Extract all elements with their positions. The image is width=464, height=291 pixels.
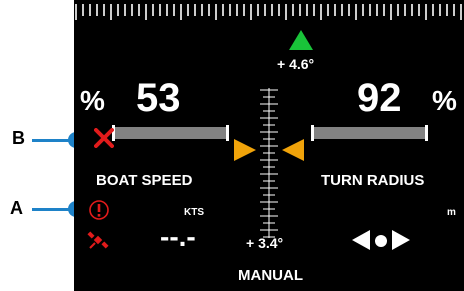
dot-icon (375, 235, 387, 247)
speed-value: --.- (160, 221, 196, 252)
heading-offset: + 4.6° (277, 56, 315, 72)
x-mark-icon (94, 128, 114, 148)
speed-unit: KTS (184, 207, 204, 218)
callout-b-line (32, 139, 72, 142)
rudder-left-indicator-icon (234, 139, 256, 161)
turn-radius-unit: m (447, 207, 456, 218)
callout-a-line (32, 208, 72, 211)
rudder-offset-bottom: + 3.4° (246, 235, 284, 251)
right-arrow-icon[interactable] (392, 230, 410, 250)
mode-label: MANUAL (238, 267, 303, 284)
turn-radius-bar-cap (425, 125, 428, 141)
heading-tick-scale (75, 4, 462, 20)
boat-speed-percent-value: 53 (136, 76, 181, 120)
rudder-scale (260, 88, 278, 238)
warning-circle-icon (89, 200, 109, 220)
callout-a-label: A (10, 198, 23, 218)
display-screen: + 4.6° % 53 92 % BOAT SPEED TURN RADIUS … (74, 0, 464, 291)
turn-radius-percent-symbol: % (432, 85, 457, 116)
boat-speed-bar-cap-right (226, 125, 229, 141)
turn-radius-bar (314, 127, 425, 139)
heading-up-arrow-icon (289, 30, 313, 50)
callout-b-label: B (12, 128, 25, 148)
satellite-icon (87, 231, 109, 249)
left-arrow-icon[interactable] (352, 230, 370, 250)
boat-speed-label: BOAT SPEED (96, 172, 193, 189)
boat-speed-bar (114, 127, 226, 139)
boat-speed-percent-symbol: % (80, 85, 105, 116)
rudder-right-indicator-icon (282, 139, 304, 161)
turn-radius-percent-value: 92 (357, 76, 402, 120)
turn-radius-label: TURN RADIUS (321, 172, 425, 189)
turn-radius-bar-cap-left (311, 125, 314, 141)
